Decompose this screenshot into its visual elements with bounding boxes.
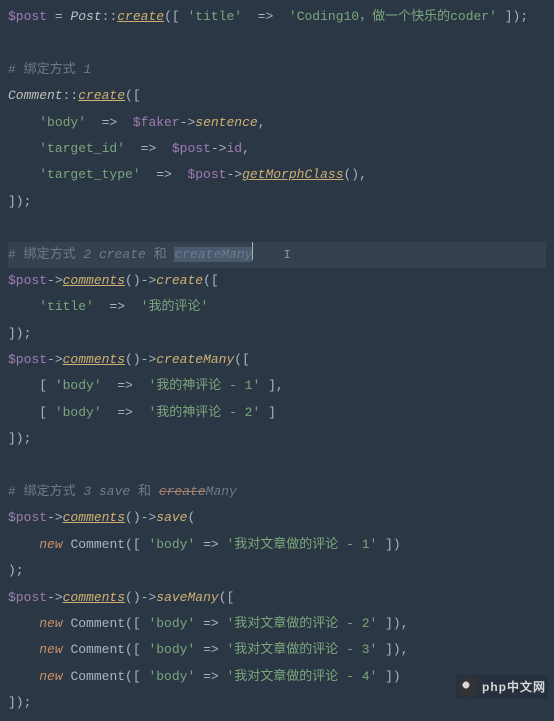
- code-line: [ 'body' => '我的神评论 - 2' ]: [8, 400, 546, 426]
- ibeam-icon: I: [284, 248, 291, 262]
- code-line: ]);: [8, 321, 546, 347]
- code-line: $post->comments()->createMany([: [8, 347, 546, 373]
- code-line: 'target_type' => $post->getMorphClass(),: [8, 162, 546, 188]
- code-line: 'body' => $faker->sentence,: [8, 110, 546, 136]
- code-blank-line: [8, 215, 546, 241]
- code-editor[interactable]: $post = Post::create([ 'title' => 'Codin…: [0, 0, 554, 721]
- watermark: php中文网: [456, 675, 548, 699]
- code-comment: # 绑定方式 1: [8, 57, 546, 83]
- code-current-line: # 绑定方式 2 create 和 createMany I: [8, 242, 546, 268]
- code-blank-line: [8, 30, 546, 56]
- code-line: new Comment([ 'body' => '我对文章做的评论 - 3' ]…: [8, 637, 546, 663]
- code-line: 'title' => '我的评论': [8, 294, 546, 320]
- code-line: ]);: [8, 189, 546, 215]
- code-line: new Comment([ 'body' => '我对文章做的评论 - 1' ]…: [8, 532, 546, 558]
- code-line: $post->comments()->saveMany([: [8, 585, 546, 611]
- watermark-text: php中文网: [482, 681, 546, 693]
- code-line: $post = Post::create([ 'title' => 'Codin…: [8, 4, 546, 30]
- code-line: Comment::create([: [8, 83, 546, 109]
- code-line: );: [8, 558, 546, 584]
- php-logo-icon: [458, 677, 478, 697]
- code-comment: # 绑定方式 3 save 和 createMany: [8, 479, 546, 505]
- code-blank-line: [8, 453, 546, 479]
- code-line: new Comment([ 'body' => '我对文章做的评论 - 2' ]…: [8, 611, 546, 637]
- code-line: 'target_id' => $post->id,: [8, 136, 546, 162]
- text-cursor: [252, 242, 253, 260]
- code-line: $post->comments()->save(: [8, 505, 546, 531]
- code-line: [ 'body' => '我的神评论 - 1' ],: [8, 373, 546, 399]
- code-line: $post->comments()->create([: [8, 268, 546, 294]
- code-line: ]);: [8, 426, 546, 452]
